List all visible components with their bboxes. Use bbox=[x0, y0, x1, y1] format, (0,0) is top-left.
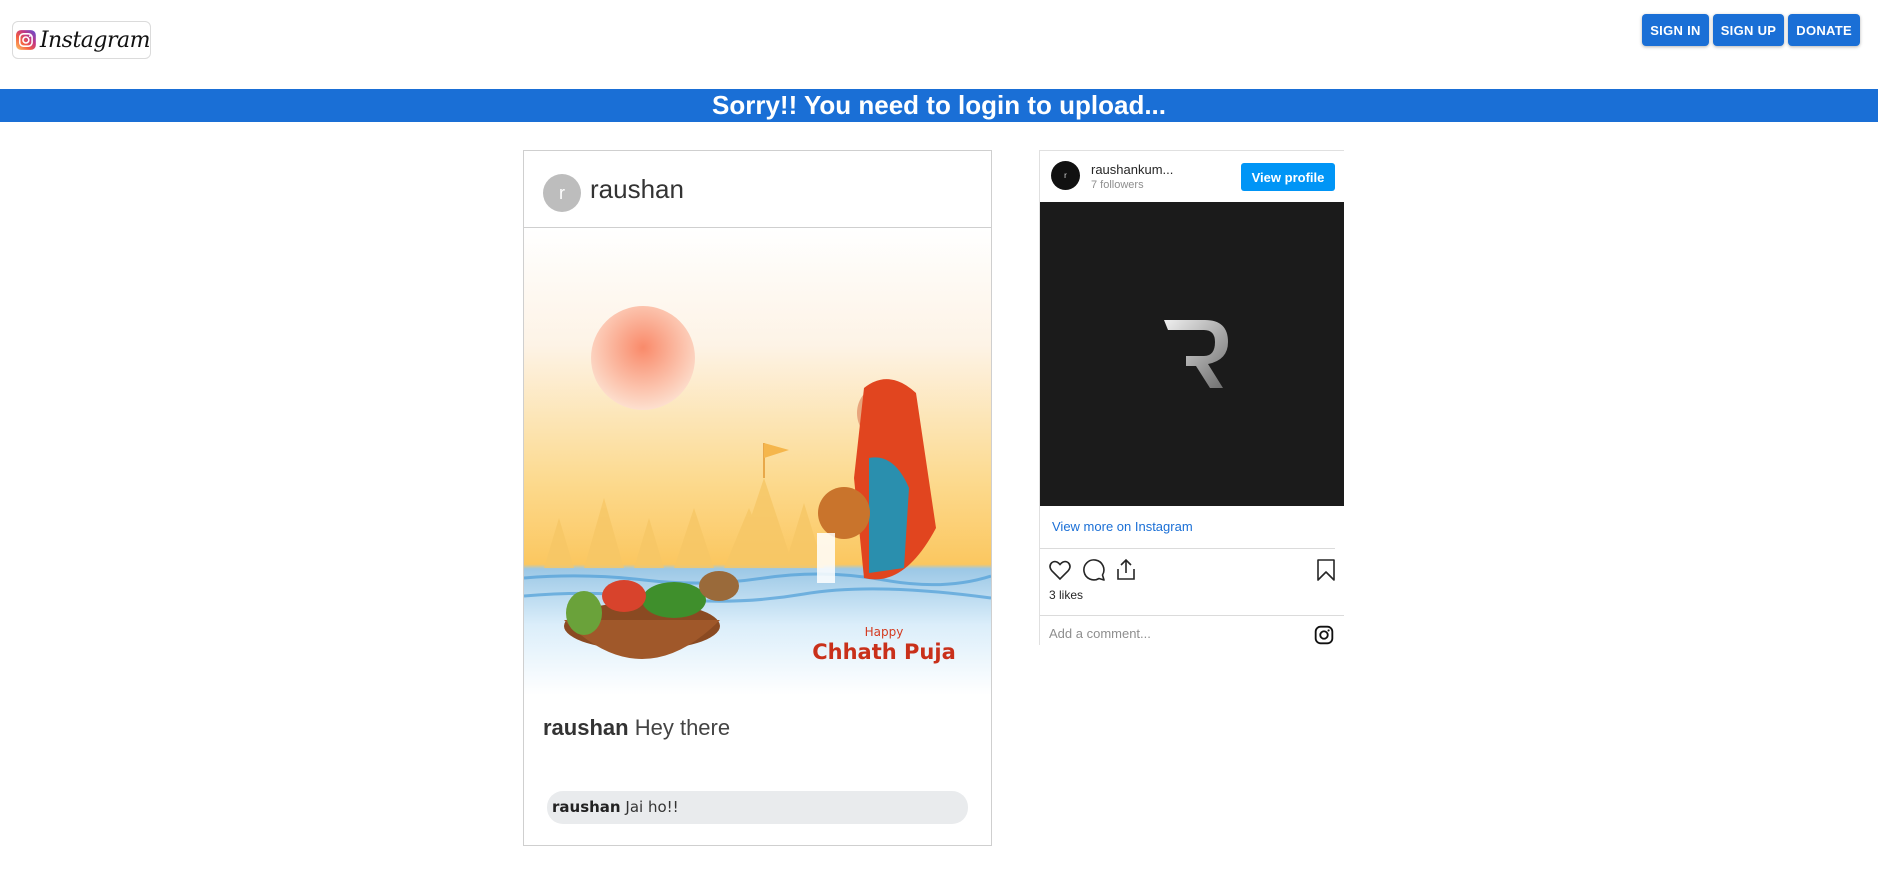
comment-item: raushan Jai ho!! bbox=[547, 791, 968, 824]
embed-username[interactable]: raushankum... bbox=[1091, 162, 1173, 177]
embed-header: r raushankum... 7 followers View profile bbox=[1040, 151, 1344, 202]
view-more-link[interactable]: View more on Instagram bbox=[1040, 506, 1335, 549]
instagram-glyph-icon[interactable] bbox=[1314, 625, 1334, 645]
add-comment-placeholder[interactable]: Add a comment... bbox=[1049, 626, 1151, 641]
bookmark-icon[interactable] bbox=[1314, 558, 1338, 582]
sign-in-button[interactable]: SIGN IN bbox=[1642, 14, 1709, 46]
post-caption: raushan Hey there bbox=[524, 695, 991, 741]
comment-text: Jai ho!! bbox=[625, 798, 679, 816]
instagram-embed: r raushankum... 7 followers View profile… bbox=[1039, 150, 1344, 645]
embed-followers: 7 followers bbox=[1091, 179, 1144, 191]
login-required-banner: Sorry!! You need to login to upload... bbox=[0, 89, 1878, 122]
view-profile-button[interactable]: View profile bbox=[1241, 163, 1335, 191]
post-username[interactable]: raushan bbox=[590, 174, 684, 205]
instagram-logo[interactable]: Instagram bbox=[12, 21, 151, 59]
auth-buttons: SIGN IN SIGN UP DONATE bbox=[1642, 14, 1860, 46]
post-image: Happy Chhath Puja bbox=[524, 228, 991, 695]
comment-username[interactable]: raushan bbox=[552, 798, 621, 816]
embed-actions bbox=[1040, 549, 1344, 585]
add-comment-bar[interactable]: Add a comment... bbox=[1040, 615, 1344, 652]
image-happy-text: Happy bbox=[865, 625, 904, 639]
likes-count: 3 likes bbox=[1049, 588, 1084, 602]
avatar[interactable]: r bbox=[543, 174, 581, 212]
logo-text: Instagram bbox=[39, 27, 151, 53]
image-title-text: Chhath Puja bbox=[812, 640, 956, 664]
post-card: r raushan Happy Chhath Puja raushan Hey … bbox=[523, 150, 992, 846]
comment-icon[interactable] bbox=[1082, 558, 1106, 582]
sign-up-button[interactable]: SIGN UP bbox=[1712, 14, 1785, 46]
embed-avatar[interactable]: r bbox=[1051, 161, 1080, 190]
caption-username[interactable]: raushan bbox=[543, 715, 629, 740]
embed-image[interactable] bbox=[1040, 202, 1344, 506]
caption-text: Hey there bbox=[634, 715, 731, 740]
share-icon[interactable] bbox=[1114, 558, 1138, 582]
heart-icon[interactable] bbox=[1048, 558, 1072, 582]
post-header: r raushan bbox=[524, 151, 991, 228]
donate-button[interactable]: DONATE bbox=[1788, 14, 1860, 46]
instagram-icon bbox=[16, 30, 36, 50]
